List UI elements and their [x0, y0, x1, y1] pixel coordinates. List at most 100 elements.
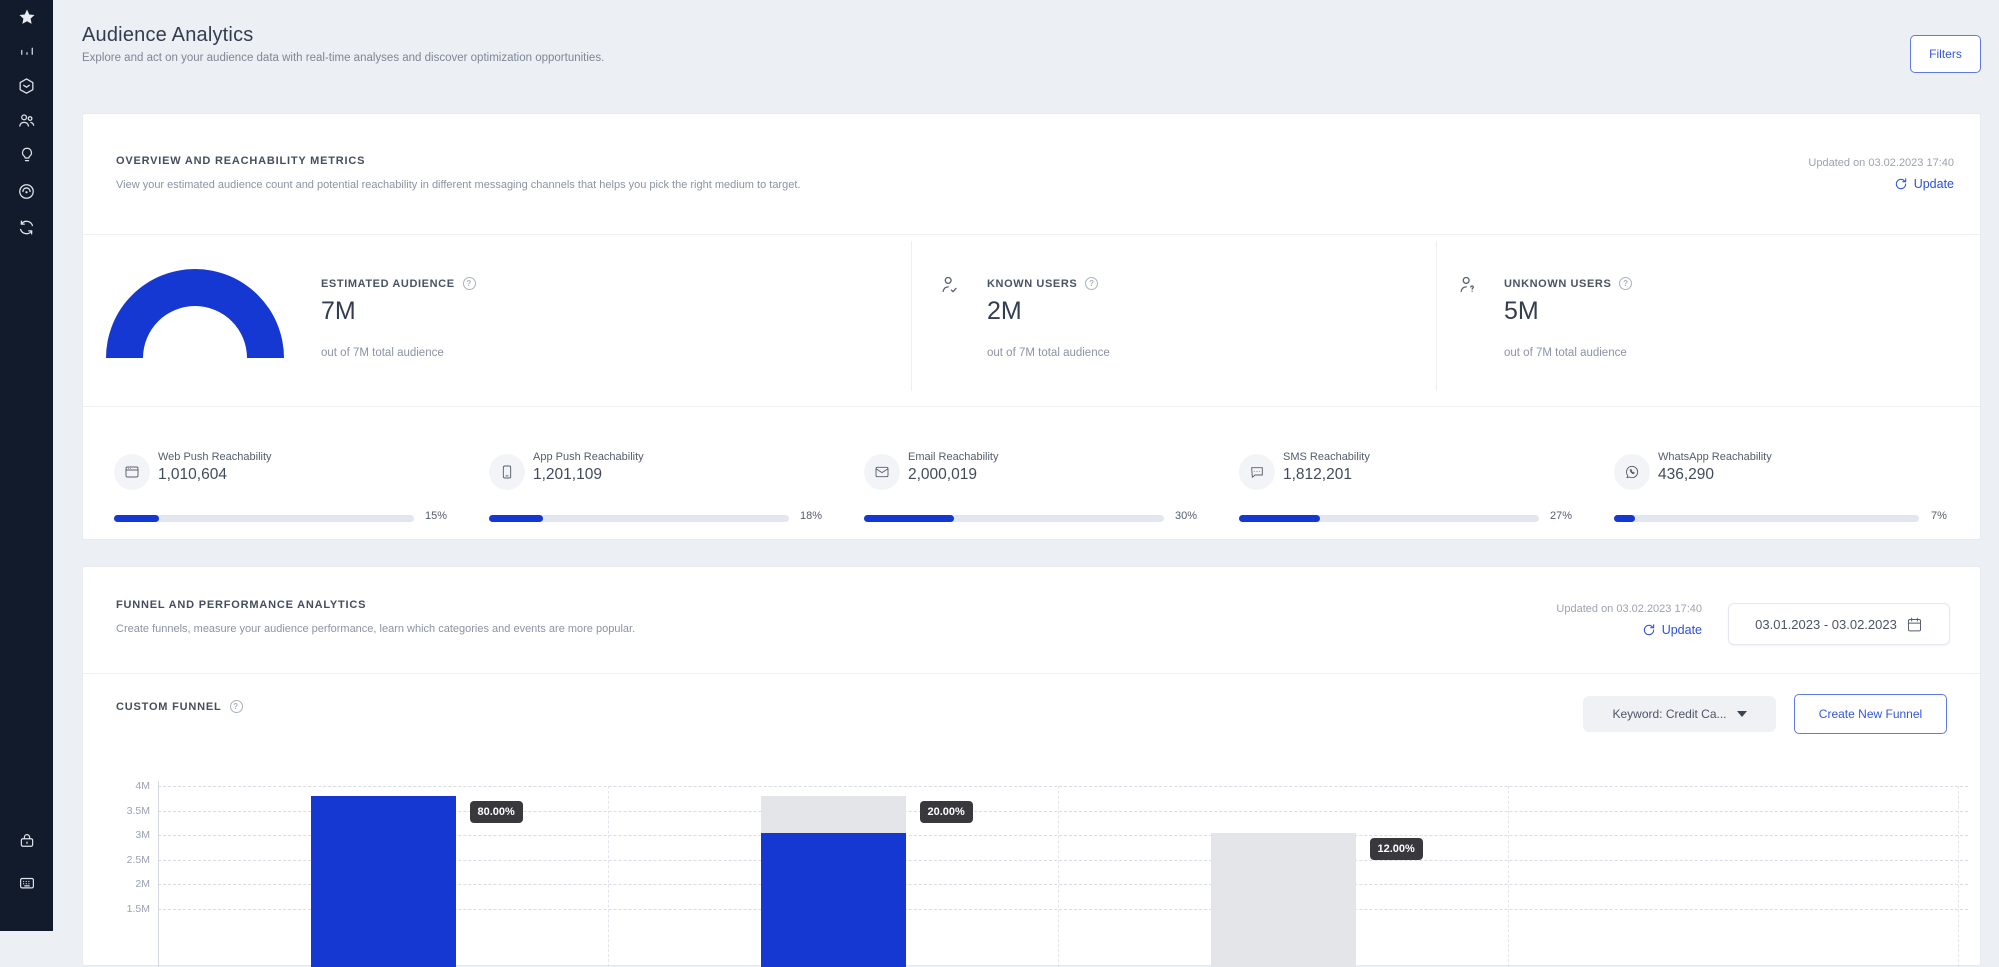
stat-sub-unknown-users: out of 7M total audience — [1504, 347, 1627, 359]
date-range-picker[interactable]: 03.01.2023 - 03.02.2023 — [1728, 603, 1950, 645]
overview-update-label: Update — [1914, 177, 1954, 191]
page-subtitle: Explore and act on your audience data wi… — [82, 52, 604, 64]
y-axis-tick-label: 2.5M — [90, 854, 150, 866]
stat-value-unknown-users: 5M — [1504, 297, 1539, 326]
reach-value: 2,000,019 — [908, 466, 977, 484]
stat-label-estimated-audience: ESTIMATED AUDIENCE ? — [321, 277, 476, 290]
user-check-icon — [939, 274, 961, 296]
whatsapp-icon — [1614, 454, 1650, 490]
chat-bubble-icon — [1239, 454, 1275, 490]
divider — [83, 234, 1980, 235]
overview-updated-text: Updated on 03.02.2023 17:40 — [1808, 157, 1954, 169]
refresh-icon — [1642, 623, 1656, 637]
progress-track — [1239, 515, 1539, 522]
help-icon[interactable]: ? — [1085, 277, 1098, 290]
filters-button[interactable]: Filters — [1910, 35, 1981, 73]
stat-label-text: KNOWN USERS — [987, 278, 1077, 290]
stat-label-known-users: KNOWN USERS ? — [987, 277, 1098, 290]
reach-value: 1,010,604 — [158, 466, 227, 484]
progress-fill — [864, 515, 954, 522]
progress-fill — [1239, 515, 1320, 522]
help-icon[interactable]: ? — [463, 277, 476, 290]
reach-value: 436,290 — [1658, 466, 1714, 484]
keyword-dropdown-value: Keyword: Credit Ca... — [1612, 707, 1726, 721]
reach-label: Web Push Reachability — [158, 451, 272, 463]
funnel-subtitle: Create funnels, measure your audience pe… — [116, 623, 635, 635]
funnel-bar[interactable] — [761, 833, 906, 967]
divider — [911, 241, 912, 391]
funnel-bar-total[interactable] — [1211, 833, 1356, 967]
funnel-bar-chart: 4M3.5M3M2.5M2M1.5M80.00%20.00%12.00% — [83, 762, 1982, 967]
page-title: Audience Analytics — [82, 24, 253, 47]
eye-icon[interactable] — [0, 176, 53, 206]
stat-sub-known-users: out of 7M total audience — [987, 347, 1110, 359]
funnel-card: FUNNEL AND PERFORMANCE ANALYTICS Create … — [82, 566, 1981, 966]
stat-value-estimated-audience: 7M — [321, 297, 356, 326]
progress-fill — [114, 515, 159, 522]
sync-icon[interactable] — [0, 212, 53, 242]
funnel-conversion-badge: 80.00% — [470, 801, 523, 823]
funnel-conversion-badge: 12.00% — [1370, 838, 1423, 860]
overview-subtitle: View your estimated audience count and p… — [116, 179, 800, 191]
funnel-update-button[interactable]: Update — [1642, 623, 1702, 637]
custom-funnel-title: CUSTOM FUNNEL ? — [116, 700, 243, 713]
funnel-update-label: Update — [1662, 623, 1702, 637]
stat-label-unknown-users: UNKNOWN USERS ? — [1504, 277, 1632, 290]
users-icon[interactable] — [0, 105, 53, 135]
reach-label: Email Reachability — [908, 451, 998, 463]
lightbulb-icon[interactable] — [0, 140, 53, 170]
app-grid-icon[interactable] — [0, 868, 53, 898]
y-axis-tick-label: 4M — [90, 780, 150, 792]
overview-update-button[interactable]: Update — [1894, 177, 1954, 191]
overview-title: OVERVIEW AND REACHABILITY METRICS — [116, 155, 365, 167]
progress-track — [114, 515, 414, 522]
progress-track — [489, 515, 789, 522]
chart-vertical-gridline — [1058, 786, 1059, 967]
lock-icon[interactable] — [0, 826, 53, 856]
star-icon[interactable] — [0, 2, 53, 32]
chevron-down-icon — [1737, 711, 1747, 717]
custom-funnel-label: CUSTOM FUNNEL — [116, 701, 222, 713]
funnel-title: FUNNEL AND PERFORMANCE ANALYTICS — [116, 599, 366, 611]
create-new-funnel-button[interactable]: Create New Funnel — [1794, 694, 1947, 734]
funnel-conversion-badge: 20.00% — [920, 801, 973, 823]
reach-percent: 27% — [1550, 510, 1572, 522]
bar-chart-icon[interactable] — [0, 37, 53, 67]
user-question-icon — [1457, 274, 1479, 296]
reach-percent: 15% — [425, 510, 447, 522]
stat-value-known-users: 2M — [987, 297, 1022, 326]
stat-label-text: UNKNOWN USERS — [1504, 278, 1611, 290]
divider — [1436, 241, 1437, 391]
progress-track — [864, 515, 1164, 522]
chart-vertical-gridline — [608, 786, 609, 967]
browser-icon — [114, 454, 150, 490]
divider — [83, 406, 1980, 407]
package-icon[interactable] — [0, 71, 53, 101]
chart-vertical-gridline — [1508, 786, 1509, 967]
y-axis-line — [158, 781, 159, 967]
divider — [83, 673, 1980, 674]
keyword-dropdown[interactable]: Keyword: Credit Ca... — [1583, 696, 1776, 732]
reach-label: SMS Reachability — [1283, 451, 1370, 463]
progress-track — [1614, 515, 1919, 522]
reach-label: App Push Reachability — [533, 451, 644, 463]
reach-percent: 30% — [1175, 510, 1197, 522]
date-range-text: 03.01.2023 - 03.02.2023 — [1755, 617, 1897, 632]
overview-card: OVERVIEW AND REACHABILITY METRICS View y… — [82, 113, 1981, 540]
chart-vertical-gridline — [1958, 786, 1959, 967]
funnel-updated-text: Updated on 03.02.2023 17:40 — [1556, 603, 1702, 615]
progress-fill — [489, 515, 543, 522]
stat-label-text: ESTIMATED AUDIENCE — [321, 278, 455, 290]
help-icon[interactable]: ? — [230, 700, 243, 713]
refresh-icon — [1894, 177, 1908, 191]
y-axis-tick-label: 3.5M — [90, 805, 150, 817]
estimated-audience-gauge — [106, 267, 284, 359]
reach-percent: 18% — [800, 510, 822, 522]
stat-sub-estimated-audience: out of 7M total audience — [321, 347, 444, 359]
reach-percent: 7% — [1931, 510, 1947, 522]
calendar-icon — [1906, 616, 1923, 633]
funnel-bar[interactable] — [311, 796, 456, 967]
reach-label: WhatsApp Reachability — [1658, 451, 1772, 463]
chart-gridline — [158, 786, 1968, 787]
help-icon[interactable]: ? — [1619, 277, 1632, 290]
